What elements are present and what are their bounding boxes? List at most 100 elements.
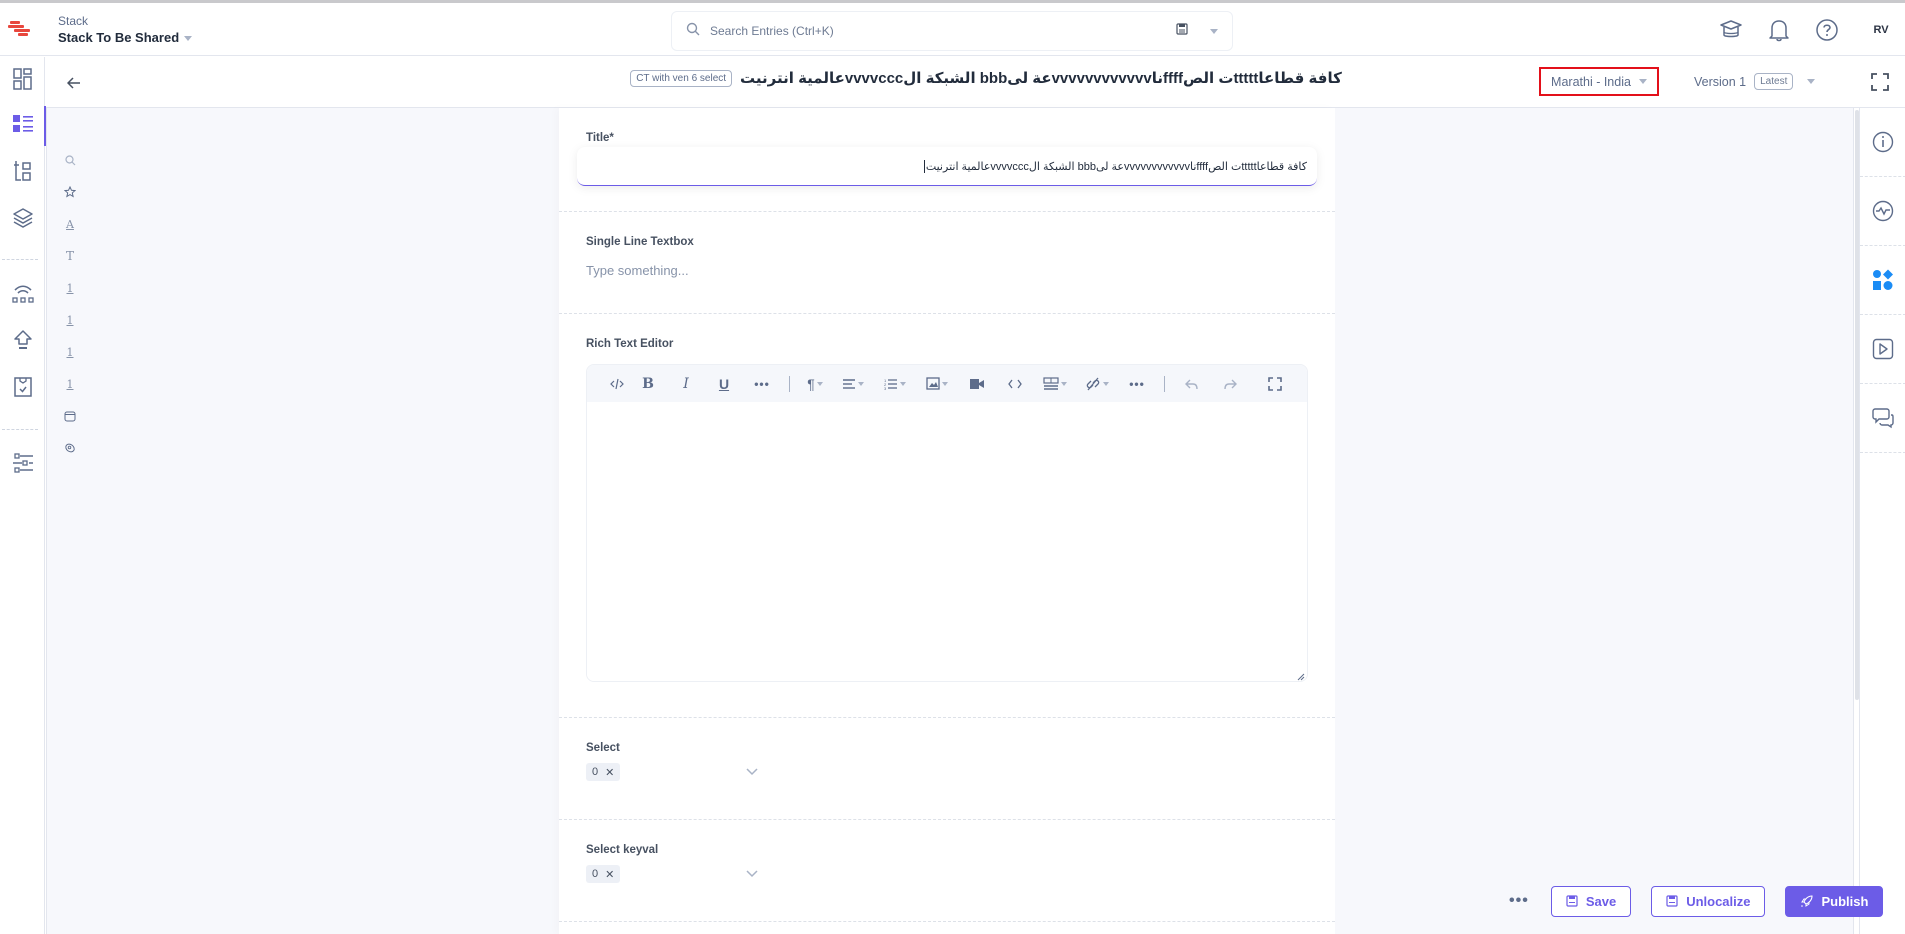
preview-play-icon	[1872, 338, 1894, 360]
chevron-down-icon[interactable]	[746, 763, 758, 781]
outline-field-number[interactable]: 1	[60, 278, 80, 298]
outline-field-title[interactable]: A	[60, 214, 80, 234]
single-line-textbox-input[interactable]: Type something...	[586, 263, 689, 278]
more-actions-button[interactable]: •••	[1509, 892, 1529, 910]
outline-field-group[interactable]	[60, 406, 80, 426]
top-header: Stack Stack To Be Shared Search Entries …	[0, 3, 1905, 56]
image-icon[interactable]	[916, 372, 958, 396]
chevron-down-icon[interactable]	[746, 865, 758, 883]
outline-search[interactable]	[60, 150, 80, 170]
publish-button[interactable]: Publish	[1785, 885, 1884, 917]
stack-name-text: Stack To Be Shared	[58, 30, 180, 45]
save-button[interactable]: Save	[1550, 885, 1632, 917]
help-icon[interactable]	[1815, 18, 1839, 42]
rte-fullscreen-icon[interactable]	[1249, 372, 1301, 396]
tasks-clipboard-icon	[13, 376, 33, 403]
field-select: Select 0 ✕	[559, 718, 1335, 820]
search-entries[interactable]: Search Entries (Ctrl+K)	[671, 11, 1233, 51]
rail-comments[interactable]	[1860, 384, 1905, 453]
rail-content-models[interactable]	[0, 153, 45, 193]
rail-assets[interactable]	[0, 200, 45, 240]
select-dropdown[interactable]: 0 ✕	[586, 763, 758, 781]
saved-searches-icon[interactable]	[1176, 22, 1188, 40]
select-chip: 0 ✕	[586, 763, 621, 781]
content-type-badge[interactable]: CT with ven 6 select	[630, 69, 733, 87]
notifications-bell-icon[interactable]	[1767, 18, 1791, 42]
outline-field-text[interactable]: T	[60, 246, 80, 266]
search-options-caret-icon[interactable]	[1210, 28, 1218, 34]
version-selector[interactable]: Version 1 Latest	[1694, 73, 1816, 90]
unlocalize-button[interactable]: Unlocalize	[1651, 885, 1766, 917]
rte-toolbar: B I U ••• ¶ 123 •••	[587, 365, 1307, 402]
stack-name[interactable]: Stack To Be Shared	[58, 28, 193, 48]
content-models-icon	[13, 160, 33, 187]
comments-icon	[1872, 408, 1894, 429]
tag-field-icon	[65, 443, 75, 453]
link-icon[interactable]	[1076, 372, 1118, 396]
entry-header: CT with ven 6 select كافة قطاعاtttttت ال…	[46, 57, 1905, 108]
extensions-icon	[1873, 269, 1893, 290]
title-input[interactable]: كافة قطاعاtttttت الصffffناvvvvvvvvvvvvعة…	[577, 147, 1317, 186]
more-formatting-icon[interactable]: •••	[743, 372, 781, 396]
contentstack-logo[interactable]	[6, 15, 32, 41]
remove-chip-icon[interactable]: ✕	[605, 766, 614, 779]
number-field-icon: 1	[66, 313, 74, 327]
number-field-icon: 1	[66, 345, 74, 359]
rail-live-preview[interactable]	[1860, 315, 1905, 384]
rte-content-area[interactable]	[587, 402, 1307, 681]
underline-icon[interactable]: U	[705, 372, 743, 396]
outline-field-number[interactable]: 1	[60, 342, 80, 362]
field-label: Select keyval	[586, 844, 659, 856]
text-field-icon: T	[65, 249, 74, 263]
rail-entry-info[interactable]	[1860, 108, 1905, 177]
fullscreen-icon	[1871, 73, 1889, 91]
caret-down-icon	[184, 35, 193, 41]
rich-text-editor: B I U ••• ¶ 123 •••	[586, 364, 1308, 682]
remove-chip-icon[interactable]: ✕	[605, 868, 614, 881]
source-code-icon[interactable]	[605, 372, 629, 396]
back-button[interactable]	[62, 71, 86, 95]
align-icon[interactable]	[832, 372, 874, 396]
undo-icon[interactable]	[1173, 372, 1211, 396]
bold-icon[interactable]: B	[629, 372, 667, 396]
locale-selector[interactable]: Marathi - India	[1539, 67, 1659, 96]
rail-entries[interactable]	[0, 106, 46, 146]
rail-dashboard[interactable]	[0, 61, 45, 101]
save-icon	[1666, 895, 1678, 907]
outline-field-tag[interactable]	[60, 438, 80, 458]
stack-selector[interactable]: Stack Stack To Be Shared	[58, 14, 193, 48]
rail-tasks[interactable]	[0, 369, 45, 409]
video-icon[interactable]	[958, 372, 996, 396]
italic-icon[interactable]: I	[667, 372, 705, 396]
redo-icon[interactable]	[1211, 372, 1249, 396]
title-field-icon: A	[66, 217, 74, 231]
fullscreen-button[interactable]	[1868, 70, 1892, 94]
rail-extensions[interactable]	[1860, 246, 1905, 315]
rail-publish-queue[interactable]	[0, 323, 45, 363]
rail-settings[interactable]	[0, 445, 45, 485]
svg-text:3: 3	[884, 386, 887, 390]
rail-releases[interactable]	[0, 276, 45, 316]
stack-label: Stack	[58, 14, 89, 28]
outline-field-number[interactable]: 1	[60, 310, 80, 330]
outline-star[interactable]	[60, 182, 80, 202]
locale-label: Marathi - India	[1551, 74, 1631, 89]
outline-field-number[interactable]: 1	[60, 374, 80, 394]
rail-activity[interactable]	[1860, 177, 1905, 246]
rocket-icon	[1801, 894, 1814, 907]
search-input[interactable]: Search Entries (Ctrl+K)	[710, 24, 1176, 38]
list-icon[interactable]: 123	[874, 372, 916, 396]
table-icon[interactable]	[1034, 372, 1076, 396]
chip-value: 0	[592, 868, 599, 880]
more-options-icon[interactable]: •••	[1118, 372, 1156, 396]
academy-icon[interactable]	[1719, 18, 1743, 42]
user-avatar[interactable]: RV	[1863, 12, 1899, 48]
field-label: Rich Text Editor	[586, 338, 674, 350]
rail-divider	[2, 259, 38, 260]
entry-title: كافة قطاعاtttttت الصffffناvvvvvvvvvvvvعة…	[740, 70, 1342, 87]
paragraph-icon[interactable]: ¶	[798, 372, 832, 396]
select-keyval-dropdown[interactable]: 0 ✕	[586, 865, 758, 883]
dashboard-icon	[12, 67, 33, 95]
code-icon[interactable]	[996, 372, 1034, 396]
publish-queue-icon	[13, 329, 33, 358]
